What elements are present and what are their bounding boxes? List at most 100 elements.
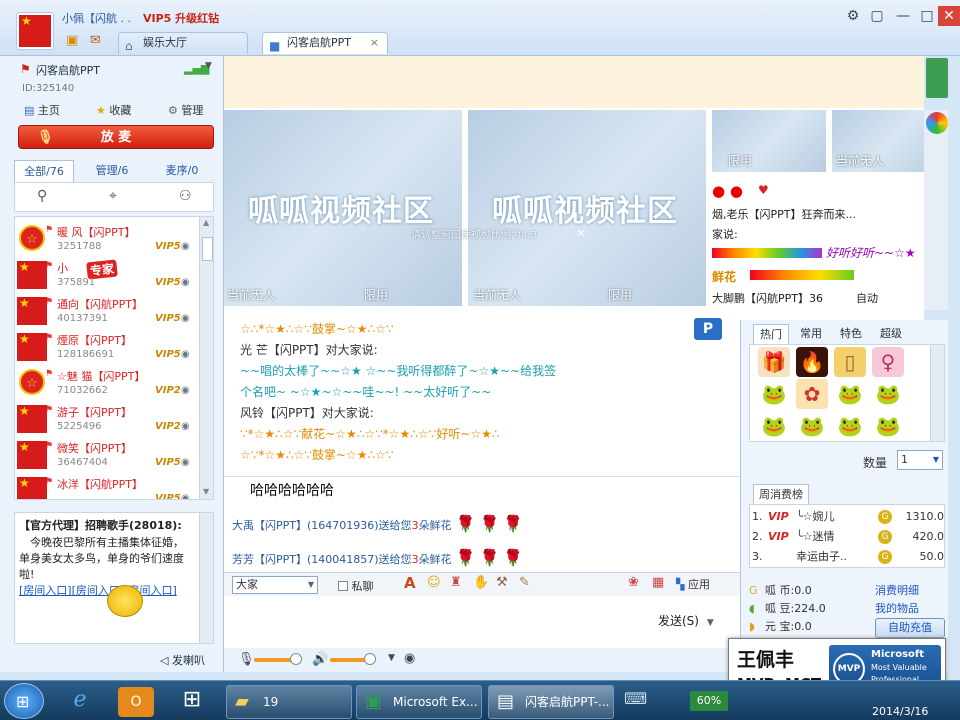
tab-entertainment-hall[interactable]: ⌂ 娱乐大厅 <box>118 32 248 54</box>
settings-icon[interactable]: ⚙ <box>842 6 864 26</box>
user-row[interactable]: ☆ ⚑ 暖 风【闪PPT】 3251788 VIP5 ◉ <box>17 221 199 257</box>
user-row[interactable]: ⚑煙原【闪PPT】 128186691 VIP5◉ <box>17 329 199 365</box>
mail-icon[interactable]: ✉ <box>90 33 101 48</box>
calendar-icon[interactable]: ▦ <box>652 575 664 590</box>
start-button[interactable]: ⊞ <box>4 683 44 719</box>
video-panel-left[interactable]: 呱呱视频社区 当前无人 限用 <box>224 110 462 306</box>
battery-indicator[interactable]: 60% <box>690 691 728 711</box>
gift-item[interactable]: ✿ <box>796 379 828 409</box>
chevron-down-icon[interactable]: ▼ <box>388 653 395 663</box>
private-chat-toggle[interactable]: 私聊 <box>338 578 374 594</box>
keyboard-icon[interactable]: ⌨ <box>624 689 648 713</box>
clock-date[interactable]: 2014/3/16 <box>872 705 928 718</box>
user-list-scrollbar[interactable]: ▲ ▼ <box>199 217 213 499</box>
parking-icon[interactable]: P <box>694 318 722 340</box>
emoji-icon[interactable]: ☺ <box>427 575 441 590</box>
app-icon[interactable] <box>926 58 948 98</box>
gift-item[interactable]: 🐸 <box>872 379 904 409</box>
outlook-icon[interactable]: O <box>118 687 154 717</box>
user-row[interactable]: ⚑小专家375891VIP5◉ <box>17 257 199 293</box>
location-icon[interactable]: ⌖ <box>109 188 117 204</box>
consumption-detail-link[interactable]: 消费明细 <box>875 582 919 598</box>
font-icon[interactable]: A <box>404 574 416 592</box>
gift-item[interactable]: 🐸 <box>834 379 866 409</box>
gift-icon[interactable]: ♜ <box>450 575 462 590</box>
my-items-link[interactable]: 我的物品 <box>875 600 919 616</box>
user-row[interactable]: ⚑微笑【闪PPT】 36467404 VIP5◉ <box>17 437 199 473</box>
vip-upgrade-link[interactable]: VIP5 升级红钻 <box>143 10 219 26</box>
record-icon[interactable]: ◉ <box>404 651 415 666</box>
user-row[interactable]: ⚑冰洋【闪航PPT】 VIP5◉ <box>17 473 199 499</box>
chat-target-select[interactable]: 大家 ▼ <box>232 576 318 594</box>
gift-item[interactable]: 🐸 <box>872 411 904 441</box>
apply-button[interactable]: ▚ 应用 <box>676 576 710 592</box>
home-button[interactable]: ▤ 主页 <box>24 102 60 120</box>
mic-button[interactable]: 🎙 放 麦 <box>18 125 214 149</box>
taskbar-item-excel[interactable]: ▣ Microsoft Ex... <box>356 685 482 719</box>
gift-item[interactable]: 🎁 <box>758 347 790 377</box>
speaker-volume-icon[interactable]: 🔊 <box>312 652 328 667</box>
chevron-down-icon[interactable]: ▼ <box>205 61 212 71</box>
video-panel-small-1[interactable]: 限用 <box>712 110 826 172</box>
gift-item[interactable]: 🔥 <box>796 347 828 377</box>
manage-button[interactable]: ⚙ 管理 <box>168 102 203 120</box>
video-panel-center[interactable]: 呱呱视频社区 当前无人 限用 × <box>468 110 706 306</box>
user-row[interactable]: ⚑游子【闪PPT】 5225496 VIP2◉ <box>17 401 199 437</box>
ranking-row[interactable]: 3. 幸运由子.. G 50.0 <box>752 548 948 566</box>
user-name[interactable]: 小佩【闪航 . . <box>62 10 131 26</box>
add-user-icon[interactable]: ⚇ <box>179 188 192 204</box>
ie-icon[interactable]: ℯ <box>62 687 98 717</box>
gift-item[interactable]: 🐸 <box>758 411 790 441</box>
gift-tab-hot[interactable]: 热门 <box>753 324 789 344</box>
scroll-down-icon[interactable]: ▼ <box>203 487 209 496</box>
auto-recharge-button[interactable]: 自助充值 <box>875 618 945 638</box>
scroll-thumb[interactable] <box>202 237 213 261</box>
gift-item[interactable]: 🐸 <box>834 411 866 441</box>
gift-item[interactable]: ♀ <box>872 347 904 377</box>
tab-weekly-ranking[interactable]: 周消费榜 <box>753 484 809 504</box>
maximize-icon[interactable]: □ <box>916 6 938 26</box>
notice-room-links[interactable]: [房间入口][房间入口][房间入口] <box>19 583 193 598</box>
scroll-up-icon[interactable]: ▲ <box>203 218 209 227</box>
slider-thumb[interactable] <box>290 653 302 665</box>
tab-all-users[interactable]: 全部/76 <box>14 160 74 182</box>
tab-managers[interactable]: 管理/6 <box>82 160 142 182</box>
microphone-icon[interactable]: 🎙 <box>238 652 255 667</box>
favorite-button[interactable]: ★ 收藏 <box>96 102 131 120</box>
tab-room[interactable]: ■ 闪客启航PPT × <box>262 32 388 54</box>
minimize-icon[interactable]: — <box>892 6 914 26</box>
close-icon[interactable]: ✕ <box>938 6 960 26</box>
hand-icon[interactable]: ✋ <box>473 575 489 590</box>
chevron-down-icon[interactable]: ▼ <box>707 618 714 628</box>
auto-scroll-toggle[interactable]: 自动 <box>856 290 878 306</box>
skin-icon[interactable]: ▢ <box>866 6 888 26</box>
gift-tab-special[interactable]: 特色 <box>833 324 869 344</box>
tab-mic-queue[interactable]: 麦序/0 <box>150 160 214 182</box>
slider-thumb[interactable] <box>364 653 376 665</box>
store-icon[interactable]: ⊞ <box>174 687 210 717</box>
user-row[interactable]: ⚑通向【闪航PPT】 40137391 VIP5◉ <box>17 293 199 329</box>
taskbar-item-room[interactable]: ▤ 闪客启航PPT-... <box>488 685 614 719</box>
gift-item[interactable]: ▯ <box>834 347 866 377</box>
search-icon[interactable]: ⚲ <box>37 188 47 204</box>
gift-item[interactable]: 🐸 <box>758 379 790 409</box>
wallet-icon[interactable]: ▣ <box>66 33 78 48</box>
quantity-select[interactable]: 1 ▼ <box>897 450 943 470</box>
gift-tab-super[interactable]: 超级 <box>873 324 909 344</box>
color-wheel-icon[interactable] <box>926 112 948 134</box>
taskbar-item-folder[interactable]: ▰ 19 <box>226 685 352 719</box>
flower-icon[interactable]: ❀ <box>628 575 639 590</box>
notice-scrollbar[interactable] <box>199 513 213 643</box>
ranking-row[interactable]: 1. VIP ╰☆婉儿 G 1310.0 <box>752 508 948 526</box>
user-row[interactable]: ☆ ⚑ ☆魅 猫【闪PPT】 71032662 VIP2 ◉ <box>17 365 199 401</box>
hammer-icon[interactable]: ⚒ <box>496 575 508 590</box>
broom-icon[interactable]: ✎ <box>519 575 530 590</box>
send-button[interactable]: 发送(S) ▼ <box>658 612 714 629</box>
gift-tab-common[interactable]: 常用 <box>793 324 829 344</box>
ranking-row[interactable]: 2. VIP ╰☆迷情 G 420.0 <box>752 528 948 546</box>
gift-item[interactable]: 🐸 <box>796 411 828 441</box>
gift-scrollbar[interactable] <box>930 345 944 441</box>
avatar[interactable] <box>16 12 54 50</box>
speaker-button[interactable]: ◁ 发喇叭 <box>160 652 205 668</box>
private-checkbox[interactable] <box>338 581 348 591</box>
